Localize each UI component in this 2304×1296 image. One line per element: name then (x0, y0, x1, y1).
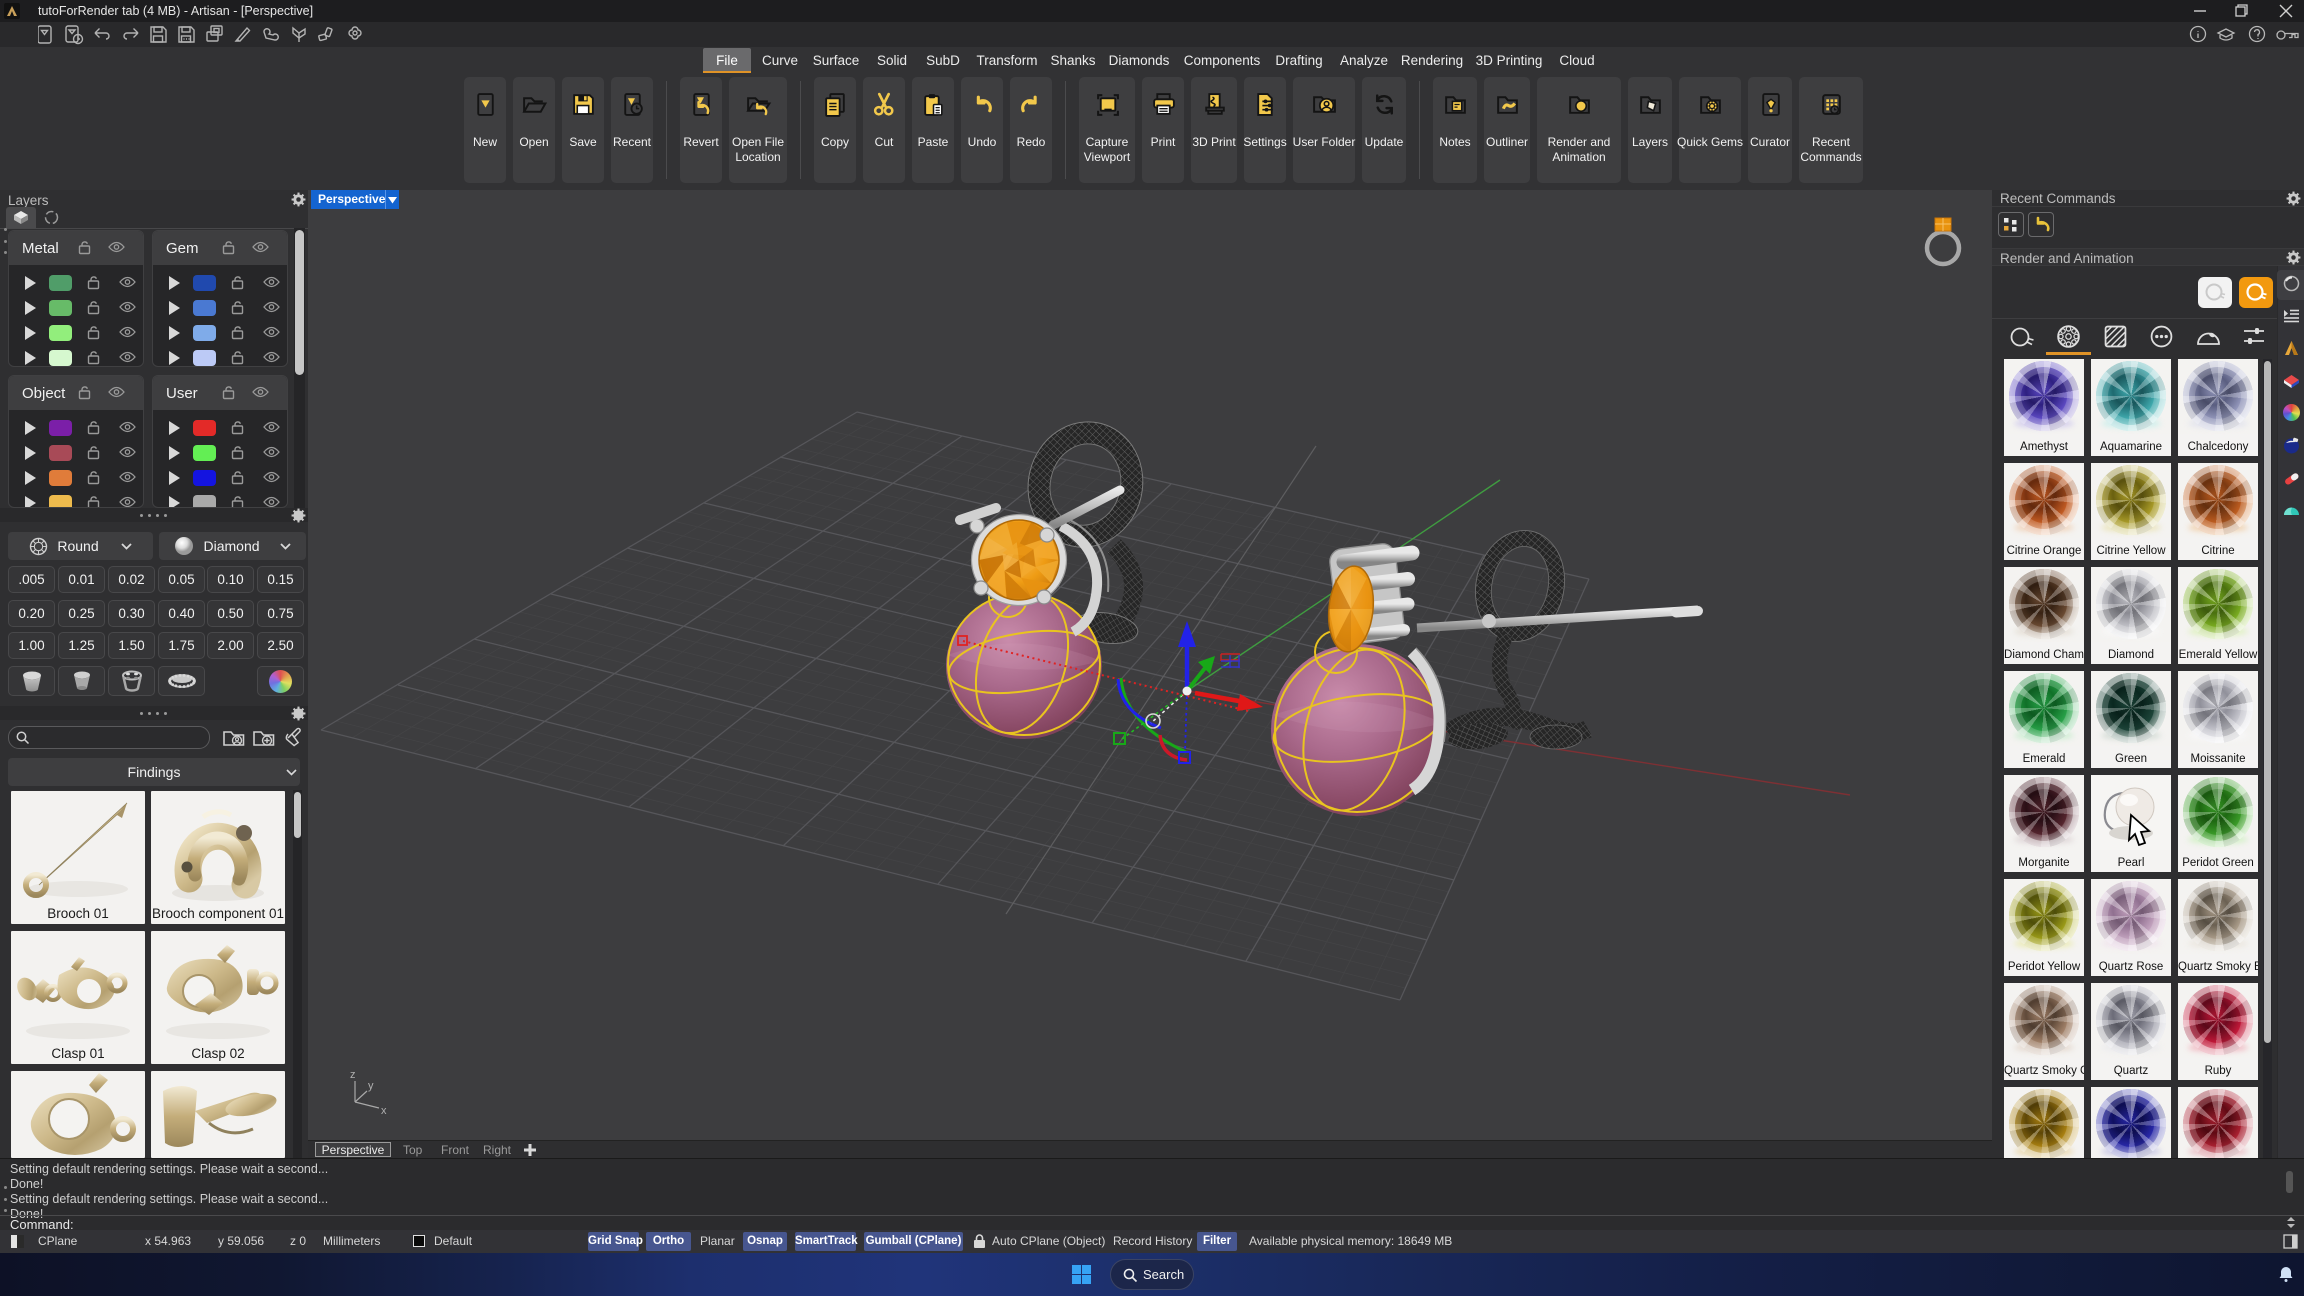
svg-text:y: y (368, 1080, 374, 1092)
svg-text:z: z (350, 1069, 356, 1081)
svg-text:x: x (381, 1105, 387, 1117)
